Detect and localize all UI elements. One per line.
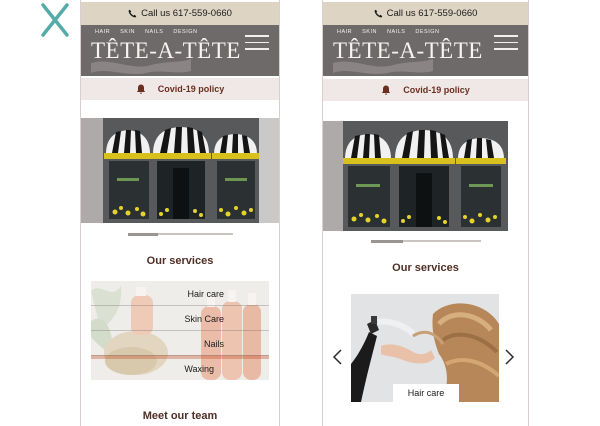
site-header: HAIR SKIN NAILS DESIGN TÊTE-A-TÊTE xyxy=(323,25,528,76)
storefront-image[interactable] xyxy=(323,121,529,231)
phone-screen-right: Call us 617-559-0660 HAIR SKIN NAILS DESIGN… xyxy=(322,0,529,426)
covid-policy-link[interactable]: Covid-19 policy xyxy=(323,79,528,101)
hamburger-menu-icon[interactable] xyxy=(494,35,518,53)
carousel-scrollbar[interactable] xyxy=(371,239,481,243)
logo-tag-nails: NAILS xyxy=(144,29,164,35)
covid-label: Covid-19 policy xyxy=(403,85,470,95)
call-bar[interactable]: Call us 617-559-0660 xyxy=(81,2,279,25)
service-item-skin-care[interactable]: Skin Care xyxy=(91,306,269,331)
call-label: Call us 617-559-0660 xyxy=(386,8,478,19)
logo[interactable]: HAIR SKIN NAILS DESIGN TÊTE-A-TÊTE xyxy=(91,27,240,74)
logo-name: TÊTE-A-TÊTE xyxy=(91,38,241,63)
meet-team-title: Meet our team xyxy=(142,410,218,422)
services-list: Hair care Skin Care Nails Waxing xyxy=(91,281,269,380)
logo[interactable]: HAIR SKIN NAILS DESIGN TÊTE-A-TÊTE xyxy=(333,27,482,74)
carousel-caption[interactable]: Hair care xyxy=(393,384,459,402)
hamburger-menu-icon[interactable] xyxy=(245,35,269,53)
chevron-right-icon[interactable] xyxy=(503,349,515,365)
site-header: HAIR SKIN NAILS DESIGN TÊTE-A-TÊTE xyxy=(81,25,279,76)
service-item-nails[interactable]: Nails xyxy=(91,331,269,356)
logo-name: TÊTE-A-TÊTE xyxy=(333,38,483,63)
logo-tag-hair: HAIR xyxy=(95,29,111,35)
bell-icon xyxy=(382,85,391,95)
carousel-scroll-thumb[interactable] xyxy=(128,232,158,236)
call-bar[interactable]: Call us 617-559-0660 xyxy=(323,2,528,25)
chevron-left-icon[interactable] xyxy=(332,349,344,365)
x-mark-icon xyxy=(41,3,69,37)
logo-tag-design: DESIGN xyxy=(415,29,440,35)
carousel-scroll-thumb[interactable] xyxy=(371,239,403,243)
phone-icon xyxy=(128,9,137,18)
logo-tag-skin: SKIN xyxy=(120,29,135,35)
carousel-scrollbar[interactable] xyxy=(128,232,233,236)
call-label: Call us 617-559-0660 xyxy=(141,8,232,19)
logo-tag-skin: SKIN xyxy=(362,29,377,35)
service-item-waxing[interactable]: Waxing xyxy=(91,356,269,380)
logo-tag-design: DESIGN xyxy=(173,29,198,35)
covid-policy-link[interactable]: Covid-19 policy xyxy=(81,78,279,100)
phone-icon xyxy=(374,9,382,18)
services-title: Our services xyxy=(146,255,214,267)
storefront-image[interactable] xyxy=(81,118,280,223)
service-item-hair-care[interactable]: Hair care xyxy=(91,281,269,306)
logo-tag-hair: HAIR xyxy=(337,29,353,35)
services-title: Our services xyxy=(392,262,459,274)
logo-tag-nails: NAILS xyxy=(386,29,406,35)
covid-label: Covid-19 policy xyxy=(157,84,225,94)
phone-screen-left: Call us 617-559-0660 HAIR SKIN NAILS DESIGN… xyxy=(80,0,280,426)
bell-icon xyxy=(136,84,145,94)
